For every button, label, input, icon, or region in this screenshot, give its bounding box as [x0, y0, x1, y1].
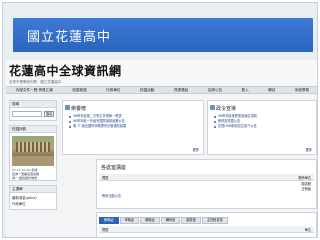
- nav-item[interactable]: 校園活動: [140, 88, 154, 93]
- more-link[interactable]: 更多: [193, 147, 199, 152]
- menu-box: 主選單 最新消息(phirs) 行政單位: [9, 185, 57, 210]
- column-title: 標題: [102, 175, 109, 180]
- column-title: 標題: [102, 227, 109, 232]
- search-input[interactable]: [12, 111, 42, 117]
- nav-item[interactable]: 網站: [268, 88, 275, 93]
- site-page: 花蓮高中全球資訊網 全球不是學校列表 · 國立花蓮高中 內部文件一覽·會員汇總 …: [6, 60, 317, 237]
- site-header: 花蓮高中全球資訊網 全球不是學校列表 · 國立花蓮高中: [6, 60, 317, 86]
- table-header: 標題 發佈單位: [99, 174, 314, 181]
- tab-library[interactable]: 圖書館: [181, 217, 201, 224]
- campus-photo[interactable]: [12, 136, 54, 166]
- tab-academic[interactable]: 教務處: [99, 217, 119, 224]
- photo-box: 校園掠影 97.11.10-20 幸福 班導一選舉競選演講 導一-副班長於佈置: [9, 125, 57, 181]
- search-button[interactable]: 搜尋: [44, 111, 54, 117]
- left-column: 搜尋 搜尋 校園掠影 97.11.10-20 幸福 班導一選舉競選演講 導一-副…: [9, 100, 57, 237]
- nav-item[interactable]: 內部文件一覽·會員汇總: [16, 88, 53, 93]
- search-box: 搜尋 搜尋: [9, 100, 57, 121]
- site-subtitle: 全球不是學校列表 · 國立花蓮高中: [9, 80, 62, 84]
- menu-box-heading: 主選單: [10, 186, 56, 193]
- nav-item[interactable]: 名師公告: [208, 88, 222, 93]
- column-unit: 發佈單位: [298, 175, 311, 180]
- panel-icon: [210, 105, 215, 110]
- tab-counseling[interactable]: 輔導室: [160, 217, 181, 224]
- panel-title: 政令宣導: [216, 106, 237, 112]
- table-header: 標題 單位: [99, 226, 314, 233]
- table-row[interactable]: 教研活動公告: [102, 193, 121, 198]
- nav-item[interactable]: 系統帮助: [295, 88, 309, 93]
- tab-student-affairs[interactable]: 學務處: [119, 217, 140, 224]
- panel-icon: [65, 105, 70, 110]
- more-link[interactable]: 更多: [306, 147, 312, 152]
- tab-bar: 教務處 學務處 總務處 輔導室 圖書館 主任秘書室: [99, 217, 228, 224]
- photo-caption: 導一-副班長於佈置: [12, 176, 38, 180]
- panel-title: 榮譽榜: [71, 106, 87, 112]
- nav-item[interactable]: 校園首頁: [72, 88, 86, 93]
- table-units: 圖書館 註冊組: [301, 182, 311, 191]
- honor-panel: 榮譽榜 96學年度第二次學生會選舉一覽表 96學年度一年級會國際演講競賽公告 第…: [62, 100, 204, 155]
- office-tabs-panel: 教務處 學務處 總務處 輔導室 圖書館 主任秘書室 標題 單位: [96, 212, 317, 237]
- nav-item[interactable]: 資源連結: [174, 88, 188, 93]
- policy-panel: 政令宣導 96學年度推薦甄選報名須知 教育部重要公告 花蓮HSN新版招生簡介公告…: [207, 100, 317, 155]
- site-title: 花蓮高中全球資訊網: [9, 64, 122, 78]
- browser-frame: 國立花蓮高中 花蓮高中全球資訊網 全球不是學校列表 · 國立花蓮高中 內部文件一…: [2, 2, 318, 238]
- column-unit: 單位: [304, 227, 311, 232]
- menu-link[interactable]: 行政單位: [12, 201, 54, 207]
- nav-item[interactable]: 登入: [242, 88, 249, 93]
- bulletin-panel: 各處室講座 標題 發佈單位 教研活動公告 圖書館 註冊組: [96, 159, 317, 209]
- banner-title: 國立花蓮高中: [27, 30, 112, 45]
- news-item[interactable]: 第 ?? 屆全國科學展覽會初審通知結果: [69, 124, 126, 129]
- news-item[interactable]: 花蓮HSN新版招生簡介公告: [214, 124, 257, 129]
- school-banner: 國立花蓮高中: [13, 18, 313, 52]
- main-navbar: 內部文件一覽·會員汇總 校園首頁 行政單位 校園活動 資源連結 名師公告 登入 …: [6, 86, 317, 94]
- search-box-heading: 搜尋: [10, 101, 56, 108]
- tab-secretary[interactable]: 主任秘書室: [201, 217, 228, 224]
- photo-box-heading: 校園掠影: [10, 126, 56, 133]
- tab-general-affairs[interactable]: 總務處: [140, 217, 160, 224]
- panel-title: 各處室講座: [101, 165, 127, 171]
- nav-item[interactable]: 行政單位: [106, 88, 120, 93]
